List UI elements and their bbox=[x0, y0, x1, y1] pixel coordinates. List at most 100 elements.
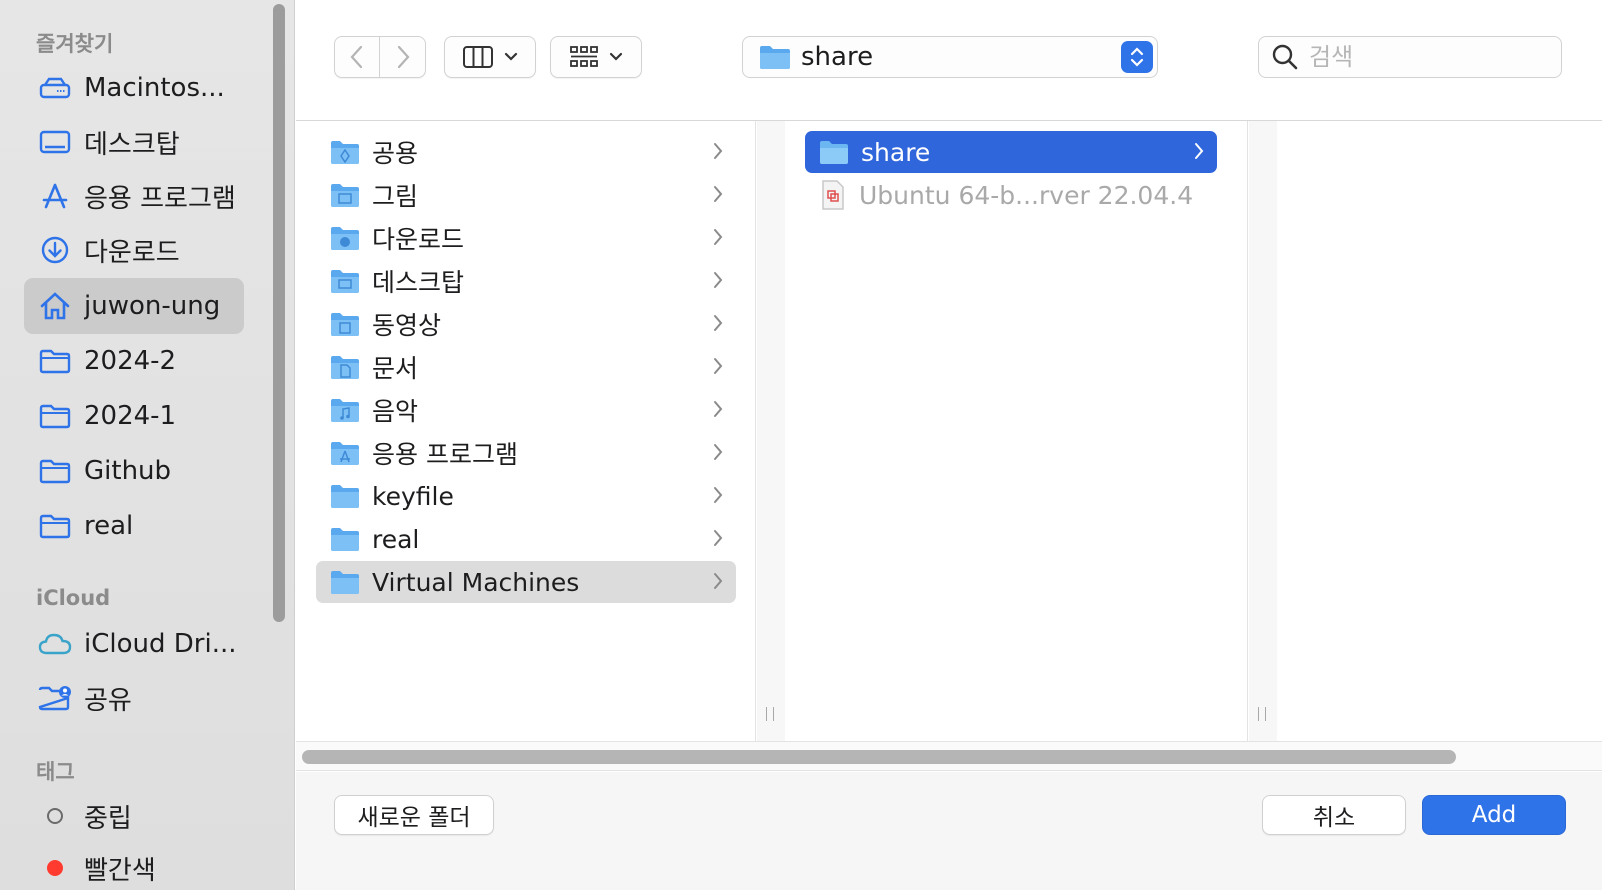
sidebar-item-label: real bbox=[84, 511, 134, 541]
list-item-label: 음악 bbox=[372, 397, 419, 426]
list-item-label: 그림 bbox=[372, 182, 419, 211]
desktop-icon bbox=[38, 127, 72, 157]
list-item-label: 문서 bbox=[372, 354, 419, 383]
vm-file-icon bbox=[822, 180, 844, 210]
chevron-right-icon bbox=[714, 401, 723, 417]
list-item-selected[interactable]: Virtual Machines bbox=[316, 561, 736, 603]
folder-icon bbox=[760, 46, 790, 69]
pictures-folder-icon bbox=[331, 184, 359, 207]
sidebar-item-2024-2[interactable]: 2024-2 bbox=[24, 333, 244, 389]
column-home: 공용 그림 다운로드 데스크탑 동영상 문서 음악 응용 프로그램 keyfil… bbox=[296, 121, 756, 741]
sidebar-item-label: iCloud Dri... bbox=[84, 629, 237, 659]
sidebar-scrollbar[interactable] bbox=[273, 4, 285, 622]
new-folder-button[interactable]: 새로운 폴더 bbox=[334, 795, 494, 835]
list-item[interactable]: 공용 bbox=[316, 131, 736, 173]
chevron-right-icon bbox=[714, 487, 723, 503]
view-mode-button[interactable] bbox=[444, 36, 536, 78]
list-item[interactable]: 응용 프로그램 bbox=[316, 432, 736, 474]
search-field[interactable] bbox=[1258, 36, 1562, 78]
download-icon bbox=[38, 235, 72, 265]
list-item: Ubuntu 64-b...rver 22.04.4 bbox=[805, 174, 1217, 216]
sidebar-item-label: juwon-ung bbox=[84, 291, 221, 321]
list-item-label: 공용 bbox=[372, 139, 419, 168]
sidebar-tag-red[interactable]: 빨간색 bbox=[24, 840, 244, 890]
list-item-label: Virtual Machines bbox=[372, 567, 580, 597]
list-item[interactable]: 데스크탑 bbox=[316, 260, 736, 302]
dialog-footer: 새로운 폴더 취소 Add bbox=[296, 772, 1602, 890]
horizontal-scrollbar[interactable] bbox=[296, 741, 1602, 771]
columns-view-icon bbox=[463, 46, 493, 68]
list-item[interactable]: 그림 bbox=[316, 174, 736, 216]
sidebar-section-icloud: iCloud bbox=[36, 586, 111, 610]
folder-icon bbox=[331, 528, 359, 551]
chevron-right-icon bbox=[714, 229, 723, 245]
add-button[interactable]: Add bbox=[1422, 795, 1566, 835]
sidebar-item-2024-1[interactable]: 2024-1 bbox=[24, 388, 244, 444]
group-grid-icon bbox=[570, 46, 598, 67]
tag-circle-icon bbox=[38, 801, 72, 831]
chevron-right-icon bbox=[397, 45, 409, 69]
downloads-folder-icon bbox=[331, 227, 359, 250]
applications-icon bbox=[38, 181, 72, 211]
list-item-label: Ubuntu 64-b...rver 22.04.4 bbox=[859, 180, 1194, 210]
path-popup[interactable]: share bbox=[742, 36, 1158, 78]
sidebar-item-label: 2024-1 bbox=[84, 401, 177, 431]
sidebar-item-applications[interactable]: 응용 프로그램 bbox=[24, 168, 244, 224]
list-item-label: 다운로드 bbox=[372, 225, 465, 254]
sidebar-item-label: 중립 bbox=[84, 803, 132, 834]
shared-folder-icon bbox=[38, 683, 72, 713]
list-item[interactable]: 다운로드 bbox=[316, 217, 736, 259]
cloud-icon bbox=[38, 629, 72, 659]
horizontal-scrollbar-thumb[interactable] bbox=[302, 750, 1456, 764]
group-by-button[interactable] bbox=[550, 36, 642, 78]
column-resize-handle[interactable] bbox=[1258, 707, 1266, 721]
column-divider[interactable] bbox=[1249, 121, 1277, 741]
sidebar-item-downloads[interactable]: 다운로드 bbox=[24, 222, 244, 278]
list-item[interactable]: 문서 bbox=[316, 346, 736, 388]
sidebar-item-shared[interactable]: 공유 bbox=[24, 670, 244, 726]
cancel-button[interactable]: 취소 bbox=[1262, 795, 1406, 835]
desktop-folder-icon bbox=[331, 270, 359, 293]
column-resize-handle[interactable] bbox=[766, 707, 774, 721]
chevron-right-icon bbox=[714, 272, 723, 288]
chevron-right-icon bbox=[714, 573, 723, 589]
search-input[interactable] bbox=[1309, 43, 1549, 71]
sidebar-item-label: 2024-2 bbox=[84, 346, 177, 376]
sidebar-item-home[interactable]: juwon-ung bbox=[24, 278, 244, 334]
column-divider[interactable] bbox=[757, 121, 785, 741]
sidebar-item-label: 공유 bbox=[84, 685, 132, 716]
sidebar-item-macintosh[interactable]: Macintos... bbox=[24, 60, 244, 116]
chevron-right-icon bbox=[1195, 143, 1204, 159]
list-item-label: share bbox=[861, 137, 931, 167]
chevron-right-icon bbox=[714, 315, 723, 331]
applications-folder-icon bbox=[331, 442, 359, 465]
sidebar-item-label: Macintos... bbox=[84, 73, 225, 103]
sidebar-item-desktop[interactable]: 데스크탑 bbox=[24, 114, 244, 170]
sidebar-item-label: 빨간색 bbox=[84, 855, 156, 886]
back-button[interactable] bbox=[335, 37, 381, 77]
music-folder-icon bbox=[331, 399, 359, 422]
tag-circle-icon bbox=[38, 853, 72, 883]
folder-icon bbox=[331, 485, 359, 508]
list-item[interactable]: 음악 bbox=[316, 389, 736, 431]
sidebar-item-label: 데스크탑 bbox=[84, 129, 180, 160]
documents-folder-icon bbox=[331, 356, 359, 379]
list-item[interactable]: keyfile bbox=[316, 475, 736, 517]
toolbar: share bbox=[296, 0, 1602, 121]
sidebar: 즐겨찾기 Macintos... 데스크탑 응용 프로그램 다운로드 juwon… bbox=[0, 0, 295, 890]
list-item-selected[interactable]: share bbox=[805, 131, 1217, 173]
sidebar-tag-neutral[interactable]: 중립 bbox=[24, 788, 244, 844]
chevron-right-icon bbox=[714, 143, 723, 159]
path-popup-label: share bbox=[801, 42, 874, 72]
sidebar-item-icloud-drive[interactable]: iCloud Dri... bbox=[24, 616, 244, 672]
chevron-right-icon bbox=[714, 444, 723, 460]
chevron-down-icon bbox=[504, 52, 518, 61]
forward-button[interactable] bbox=[380, 37, 425, 77]
sidebar-item-real[interactable]: real bbox=[24, 498, 244, 554]
list-item[interactable]: real bbox=[316, 518, 736, 560]
sidebar-item-github[interactable]: Github bbox=[24, 443, 244, 499]
list-item-label: real bbox=[372, 524, 420, 554]
column-virtual-machines: share Ubuntu 64-b...rver 22.04.4 bbox=[785, 121, 1248, 741]
list-item[interactable]: 동영상 bbox=[316, 303, 736, 345]
chevron-left-icon bbox=[350, 45, 363, 69]
